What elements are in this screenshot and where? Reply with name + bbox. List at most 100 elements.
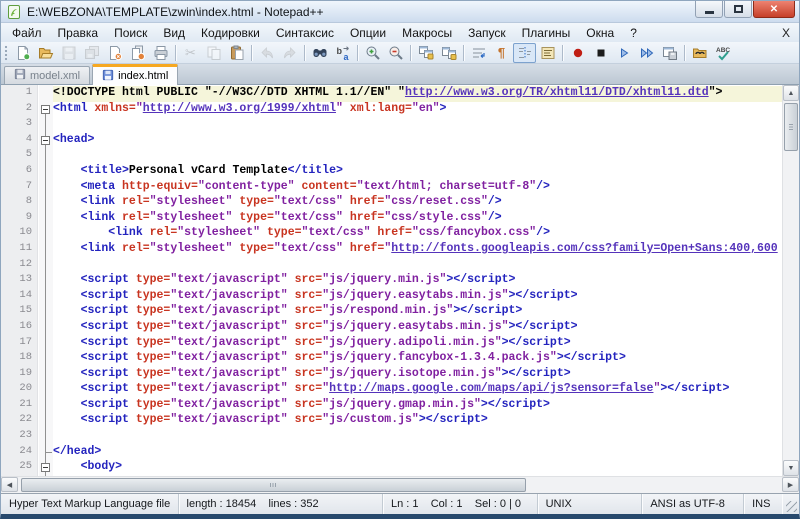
code-text[interactable]: <meta http-equiv="content-type" content=…	[53, 180, 782, 196]
macro-stop-icon[interactable]	[589, 43, 612, 63]
horizontal-scrollbar[interactable]: ◀ ▶	[1, 476, 799, 493]
code-text[interactable]	[53, 148, 782, 164]
scroll-down-button[interactable]: ▼	[783, 460, 799, 476]
sync-horizontal-icon[interactable]	[437, 43, 460, 63]
menu-item[interactable]: Файл	[4, 25, 50, 41]
code-text[interactable]: <head>	[53, 133, 782, 149]
code-text[interactable]: <link rel="stylesheet" type="text/css" h…	[53, 195, 782, 211]
toolbar-separator	[251, 44, 252, 61]
code-text[interactable]: <body>	[53, 460, 782, 476]
resize-grip[interactable]	[782, 494, 799, 514]
tab-index-html[interactable]: index.html	[92, 64, 179, 85]
code-text[interactable]: <script type="text/javascript" src="js/j…	[53, 398, 782, 414]
fold-toggle-icon[interactable]	[41, 463, 50, 473]
code-text[interactable]: <html xmlns="http://www.w3.org/1999/xhtm…	[53, 102, 782, 118]
code-text[interactable]: <script type="text/javascript" src="js/j…	[53, 351, 782, 367]
line-number: 25	[19, 460, 32, 473]
line-number: 13	[19, 273, 32, 286]
menu-item[interactable]: Синтаксис	[268, 25, 342, 41]
code-text[interactable]	[53, 429, 782, 445]
code-text[interactable]	[53, 117, 782, 133]
macro-record-icon[interactable]	[566, 43, 589, 63]
scroll-up-button[interactable]: ▲	[783, 85, 799, 101]
close-button[interactable]: ✕	[753, 1, 795, 18]
minimize-button[interactable]	[695, 1, 723, 18]
line-number: 18	[19, 351, 32, 364]
zoom-in-icon[interactable]	[361, 43, 384, 63]
print-icon[interactable]	[149, 43, 172, 63]
code-text[interactable]: <script type="text/javascript" src="js/j…	[53, 367, 782, 383]
menu-item[interactable]: Кодировки	[193, 25, 268, 41]
menu-item[interactable]: Опции	[342, 25, 394, 41]
menu-item[interactable]: Поиск	[106, 25, 155, 41]
undo-icon[interactable]	[255, 43, 278, 63]
code-text[interactable]: <title>Personal vCard Template</title>	[53, 164, 782, 180]
code-text[interactable]: <!DOCTYPE html PUBLIC "-//W3C//DTD XHTML…	[53, 86, 782, 102]
vertical-scroll-thumb[interactable]	[784, 103, 798, 151]
copy-icon[interactable]	[202, 43, 225, 63]
redo-icon[interactable]	[278, 43, 301, 63]
code-text[interactable]: <script type="text/javascript" src="http…	[53, 382, 782, 398]
open-file-icon[interactable]	[34, 43, 57, 63]
close-file-icon[interactable]	[103, 43, 126, 63]
cut-icon[interactable]: ✂	[179, 43, 202, 63]
scroll-right-button[interactable]: ▶	[782, 477, 799, 492]
code-text[interactable]: <script type="text/javascript" src="js/j…	[53, 289, 782, 305]
menu-item[interactable]: Окна	[578, 25, 622, 41]
macro-run-multi-icon[interactable]	[635, 43, 658, 63]
menu-item[interactable]: Вид	[155, 25, 193, 41]
menu-item[interactable]: Макросы	[394, 25, 460, 41]
paste-icon[interactable]	[225, 43, 248, 63]
fold-toggle-icon[interactable]	[41, 104, 50, 114]
line-number: 14	[19, 288, 32, 301]
code-text[interactable]: <script type="text/javascript" src="js/c…	[53, 413, 782, 429]
zoom-out-icon[interactable]	[384, 43, 407, 63]
save-icon[interactable]	[57, 43, 80, 63]
scroll-left-button[interactable]: ◀	[1, 477, 18, 492]
code-text[interactable]: <link rel="stylesheet" type="text/css" h…	[53, 226, 782, 242]
minimize-icon	[704, 10, 714, 14]
vertical-scrollbar[interactable]: ▲ ▼	[782, 85, 799, 476]
close-all-icon[interactable]	[126, 43, 149, 63]
editor-line: 19 <script type="text/javascript" src="j…	[1, 366, 782, 383]
toolbar-separator	[175, 44, 176, 61]
code-text[interactable]: <script type="text/javascript" src="js/r…	[53, 304, 782, 320]
editor-line: 1 <!DOCTYPE html PUBLIC "-//W3C//DTD XHTM…	[1, 86, 782, 102]
plugin-mime-icon[interactable]	[688, 43, 711, 63]
sync-vertical-icon[interactable]	[414, 43, 437, 63]
code-text[interactable]: <script type="text/javascript" src="js/j…	[53, 273, 782, 289]
save-all-icon[interactable]	[80, 43, 103, 63]
code-text[interactable]: </head>	[53, 445, 782, 461]
code-text[interactable]	[53, 258, 782, 274]
maximize-button[interactable]	[724, 1, 752, 18]
code-text[interactable]: <script type="text/javascript" src="js/j…	[53, 336, 782, 352]
code-editor[interactable]: 1 <!DOCTYPE html PUBLIC "-//W3C//DTD XHTM…	[1, 85, 782, 476]
editor-line: 5	[1, 148, 782, 164]
editor-line: 6 <title>Personal vCard Template</title>	[1, 163, 782, 180]
spell-check-icon[interactable]: ABC	[711, 43, 734, 63]
macro-play-icon[interactable]	[612, 43, 635, 63]
find-icon[interactable]	[308, 43, 331, 63]
function-list-icon[interactable]	[536, 43, 559, 63]
menu-item[interactable]: Плагины	[514, 25, 579, 41]
status-encoding: ANSI as UTF-8	[642, 494, 745, 514]
code-text[interactable]: <link rel="stylesheet" type="text/css" h…	[53, 211, 782, 227]
menu-item[interactable]: Правка	[50, 25, 107, 41]
new-file-icon[interactable]	[11, 43, 34, 63]
word-wrap-icon[interactable]	[467, 43, 490, 63]
code-text[interactable]: <link rel="stylesheet" type="text/css" h…	[53, 242, 782, 258]
horizontal-scroll-track[interactable]	[526, 477, 782, 493]
fold-toggle-icon[interactable]	[41, 135, 50, 145]
indent-guide-icon[interactable]	[513, 42, 536, 63]
replace-icon[interactable]: ba	[331, 43, 354, 63]
tab-model-xml[interactable]: model.xml	[4, 66, 91, 84]
show-all-chars-icon[interactable]: ¶	[490, 43, 513, 63]
horizontal-scroll-thumb[interactable]	[21, 478, 526, 492]
menu-close-document-button[interactable]: X	[782, 26, 790, 40]
menu-item[interactable]: ?	[622, 25, 645, 41]
macro-save-icon[interactable]	[658, 43, 681, 63]
status-insert-mode[interactable]: INS	[744, 494, 782, 514]
menu-item[interactable]: Запуск	[460, 25, 514, 41]
fold-margin-cell	[39, 429, 53, 445]
code-text[interactable]: <script type="text/javascript" src="js/j…	[53, 320, 782, 336]
